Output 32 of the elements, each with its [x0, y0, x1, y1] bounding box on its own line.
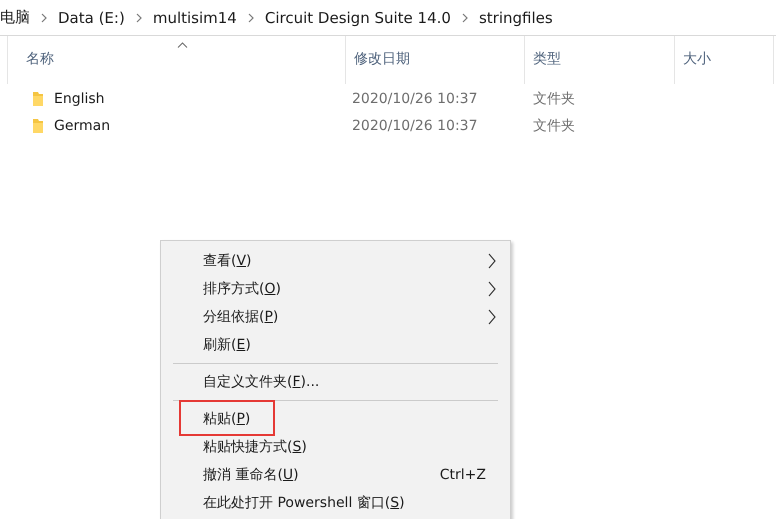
file-type: 文件夹 [533, 90, 575, 108]
menu-item[interactable]: 在此处打开 Powershell 窗口(S) [161, 489, 510, 517]
menu-item[interactable]: 粘贴快捷方式(S) [161, 433, 510, 461]
breadcrumb-item[interactable]: 电脑 [0, 8, 30, 27]
menu-item[interactable]: 刷新(E) [161, 331, 510, 359]
chevron-icon [460, 12, 469, 22]
menu-item[interactable]: 分组依据(P) [161, 303, 510, 331]
chevron-icon [246, 12, 255, 22]
breadcrumb-item[interactable]: multisim14 [152, 8, 237, 26]
chevron-icon [134, 12, 143, 22]
breadcrumb-item[interactable]: Circuit Design Suite 14.0 [264, 8, 451, 26]
file-type: 文件夹 [533, 116, 575, 134]
menu-item[interactable]: 自定义文件夹(F)... [161, 368, 510, 396]
chevron-icon [40, 12, 48, 22]
menu-item[interactable]: 排序方式(O) [161, 275, 510, 303]
modified-date: 2020/10/26 10:37 [352, 118, 478, 134]
column-header[interactable]: 名称 [8, 36, 346, 84]
menu-item[interactable]: 查看(V) [161, 247, 510, 275]
menu-item[interactable]: 撤消 重命名(U) Ctrl+Z [161, 461, 510, 489]
menu-item[interactable]: 粘贴(P) [161, 405, 510, 433]
breadcrumb-item[interactable]: stringfiles [478, 8, 553, 26]
sort-caret-icon [176, 42, 188, 48]
column-header[interactable]: 修改日期 [346, 36, 525, 84]
breadcrumb-item[interactable]: Data (E:) [58, 8, 125, 26]
folder-icon [32, 118, 44, 134]
column-header[interactable]: 大小 [675, 36, 774, 84]
file-name[interactable]: German [54, 118, 110, 134]
folder-icon [32, 90, 44, 106]
column-header[interactable]: 类型 [525, 36, 675, 84]
file-name[interactable]: English [54, 90, 105, 106]
modified-date: 2020/10/26 10:37 [352, 90, 478, 106]
shortcut-text: Ctrl+Z [440, 467, 486, 483]
